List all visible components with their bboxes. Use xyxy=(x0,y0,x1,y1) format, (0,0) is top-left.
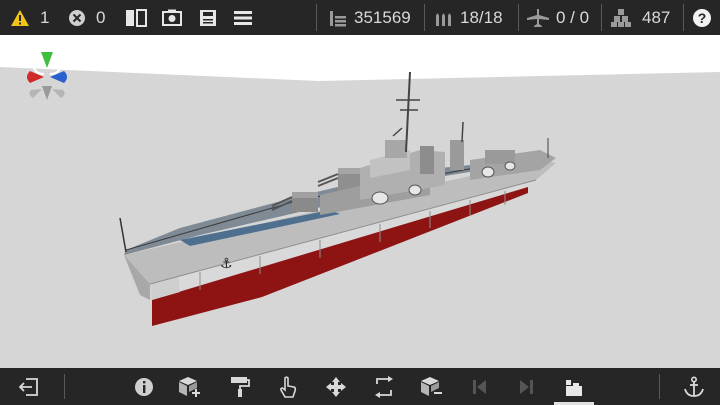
anchor-button[interactable] xyxy=(674,368,714,405)
airplane-icon xyxy=(527,8,549,27)
exit-button[interactable] xyxy=(8,368,48,405)
toolbar-separator xyxy=(683,4,684,31)
anchor-icon xyxy=(684,375,704,397)
coins-icon xyxy=(330,10,346,26)
exit-icon xyxy=(18,377,38,396)
aircraft-indicator: 0 / 0 xyxy=(526,0,589,35)
ammo-icon xyxy=(436,13,451,26)
3d-viewport[interactable]: ⚓ xyxy=(0,35,720,368)
save-button[interactable] xyxy=(199,0,217,35)
toolbar-separator xyxy=(316,4,317,31)
ammo-value: 18/18 xyxy=(460,7,503,27)
previous-button[interactable] xyxy=(460,368,500,405)
help-icon: ? xyxy=(693,8,711,27)
paint-button[interactable] xyxy=(220,368,260,405)
toolbar-separator xyxy=(424,4,425,31)
menu-button[interactable] xyxy=(234,0,252,35)
remove-block-icon xyxy=(421,376,442,396)
move-arrows-icon xyxy=(326,376,346,397)
hull-anchor-mark: ⚓ xyxy=(220,256,233,272)
cost-indicator: 351569 xyxy=(328,0,411,35)
sections-button[interactable] xyxy=(554,368,594,405)
add-block-icon xyxy=(179,376,200,397)
save-icon xyxy=(200,9,216,26)
next-button[interactable] xyxy=(506,368,546,405)
toolbar-separator xyxy=(659,374,660,399)
parts-indicator: 487 xyxy=(610,0,670,35)
split-view-button[interactable] xyxy=(125,0,147,35)
help-button[interactable]: ? xyxy=(692,0,712,35)
toolbar-separator xyxy=(64,374,65,399)
paint-roller-icon xyxy=(231,376,250,397)
previous-icon xyxy=(473,379,486,394)
remove-block-button[interactable] xyxy=(412,368,452,405)
errors-indicator[interactable]: 0 xyxy=(68,0,105,35)
sections-icon xyxy=(566,379,582,396)
help-glyph: ? xyxy=(698,10,707,26)
cost-value: 351569 xyxy=(354,7,411,27)
warning-icon xyxy=(11,9,29,26)
warnings-count: 1 xyxy=(40,7,50,27)
parts-value: 487 xyxy=(642,7,671,27)
move-button[interactable] xyxy=(316,368,356,405)
next-icon xyxy=(520,379,533,394)
error-icon xyxy=(69,9,85,26)
aircraft-value: 0 / 0 xyxy=(556,7,590,27)
toolbar-separator xyxy=(601,4,602,31)
rotate-frame-icon xyxy=(375,375,393,398)
warnings-indicator[interactable]: 1 xyxy=(10,0,49,35)
scene: ⚓ xyxy=(0,35,720,368)
cubes-icon xyxy=(611,8,631,27)
bottom-toolbar xyxy=(0,368,720,405)
toolbar-separator xyxy=(518,4,519,31)
hand-pointer-icon xyxy=(280,375,297,398)
errors-count: 0 xyxy=(96,7,106,27)
add-block-button[interactable] xyxy=(170,368,210,405)
rotate-button[interactable] xyxy=(364,368,404,405)
camera-icon xyxy=(162,9,182,26)
screenshot-button[interactable] xyxy=(162,0,182,35)
info-icon xyxy=(135,377,153,396)
top-toolbar: 1 0 351569 18/18 0 / 0 487 ? xyxy=(0,0,720,35)
select-button[interactable] xyxy=(268,368,308,405)
menu-icon xyxy=(234,10,252,25)
ammo-indicator: 18/18 xyxy=(434,0,503,35)
split-view-icon xyxy=(126,8,147,27)
info-button[interactable] xyxy=(124,368,164,405)
